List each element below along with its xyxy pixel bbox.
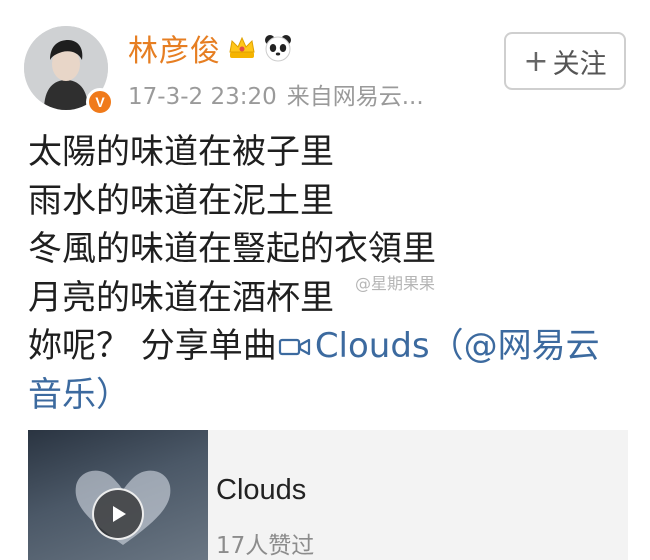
crown-icon: [227, 33, 257, 63]
panda-icon: [263, 33, 293, 63]
post-timestamp: 17-3-2 23:20: [128, 84, 277, 110]
verified-badge: V: [86, 88, 114, 116]
post-meta: 17-3-2 23:20 来自网易云...: [128, 77, 424, 111]
post-source[interactable]: 来自网易云...: [287, 84, 424, 110]
post-line: 月亮的味道在酒杯里: [28, 277, 334, 318]
music-card[interactable]: Clouds 17人赞过: [28, 430, 628, 560]
share-prefix: 妳呢？ 分享单曲: [28, 326, 277, 366]
weibo-post: V 林彦俊 17-3-2 23:20 来自网易云... + 关注 太陽的味道在被…: [0, 0, 650, 560]
follow-button-label: 关注: [552, 48, 607, 80]
song-title[interactable]: Clouds: [216, 474, 306, 507]
post-line: 雨水的味道在泥土里: [28, 180, 334, 221]
follow-button[interactable]: + 关注: [504, 32, 626, 90]
post-line-share: 妳呢？ 分享单曲 Clouds（@网易云: [28, 322, 628, 371]
song-link-continuation[interactable]: 音乐）: [28, 375, 130, 415]
post-line-share-cont: 音乐）: [28, 371, 628, 420]
album-cover[interactable]: [28, 430, 208, 560]
play-icon: [113, 506, 126, 522]
avatar-container[interactable]: V: [24, 26, 114, 116]
post-line: 冬風的味道在豎起的衣領里: [28, 229, 436, 269]
author-row: 林彦俊: [128, 26, 293, 70]
author-name[interactable]: 林彦俊: [128, 26, 221, 70]
video-camera-icon: [277, 324, 313, 356]
play-button[interactable]: [92, 488, 144, 540]
watermark: @星期果果: [355, 274, 436, 293]
post-content: 太陽的味道在被子里 雨水的味道在泥土里 冬風的味道在豎起的衣領里 月亮的味道在酒…: [28, 128, 628, 419]
song-link[interactable]: Clouds（@网易云: [315, 326, 600, 366]
plus-icon: +: [523, 43, 549, 79]
post-line: 太陽的味道在被子里: [28, 132, 334, 172]
like-count: 17人赞过: [216, 533, 315, 559]
